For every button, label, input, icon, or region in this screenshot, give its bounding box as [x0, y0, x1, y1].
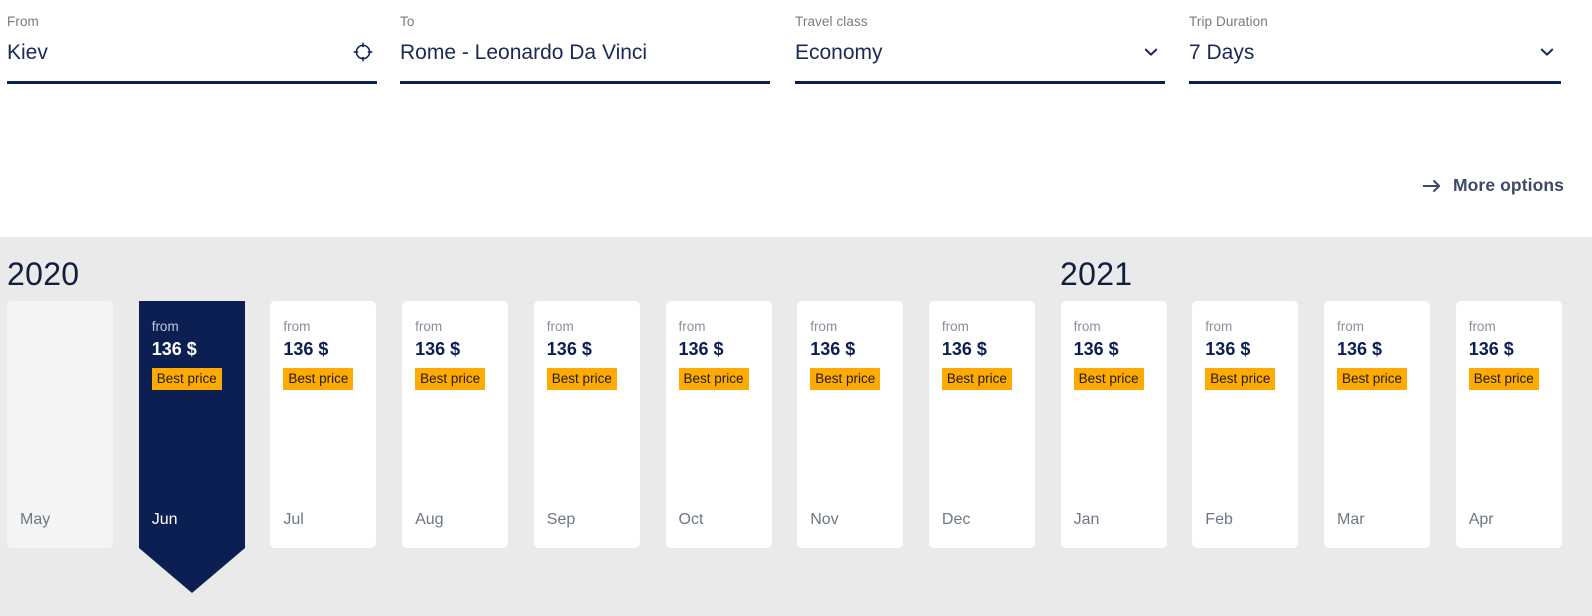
month-card-oct[interactable]: from 136 $ Best price Oct	[666, 301, 772, 548]
month-name-label: Aug	[415, 510, 443, 530]
from-input[interactable]: Kiev	[7, 38, 377, 68]
best-price-badge: Best price	[415, 368, 485, 390]
arrow-right-icon	[1422, 178, 1442, 194]
field-travel-class: Travel class Economy	[795, 14, 1165, 86]
price-value: 136 $	[942, 337, 1035, 361]
month-card-mar[interactable]: from 136 $ Best price Mar	[1324, 301, 1430, 548]
month-card-dec[interactable]: from 136 $ Best price Dec	[929, 301, 1035, 548]
more-options-label: More options	[1453, 175, 1564, 196]
price-value: 136 $	[1074, 337, 1167, 361]
price-value: 136 $	[1469, 337, 1562, 361]
best-price-badge: Best price	[810, 368, 880, 390]
month-name-label: May	[20, 510, 50, 530]
year-label-2021: 2021	[1060, 255, 1132, 293]
best-price-badge: Best price	[152, 368, 222, 390]
field-from-label: From	[7, 14, 377, 30]
best-price-badge: Best price	[1074, 368, 1144, 390]
from-label: from	[547, 318, 640, 335]
year-label-2020: 2020	[7, 255, 79, 293]
from-label: from	[679, 318, 772, 335]
from-label: from	[152, 318, 245, 335]
best-price-badge: Best price	[1469, 368, 1539, 390]
trip-duration-select[interactable]: 7 Days	[1189, 38, 1561, 68]
month-name-label: Jun	[152, 510, 178, 530]
month-name-label: Dec	[942, 510, 970, 530]
month-card-nov[interactable]: from 136 $ Best price Nov	[797, 301, 903, 548]
month-card-jul[interactable]: from 136 $ Best price Jul	[270, 301, 376, 548]
month-card-feb[interactable]: from 136 $ Best price Feb	[1192, 301, 1298, 548]
field-from: From Kiev	[7, 14, 377, 86]
field-to-row[interactable]: Rome - Leonardo Da Vinci	[400, 38, 770, 84]
price-value: 136 $	[1205, 337, 1298, 361]
flight-search-form: From Kiev To Rome - Leonardo Da Vinci	[0, 0, 1592, 100]
to-input[interactable]: Rome - Leonardo Da Vinci	[400, 38, 770, 68]
month-card-track: May from 136 $ Best price Jun from 136 $ Best p…	[0, 301, 1592, 616]
price-calendar-page: From Kiev To Rome - Leonardo Da Vinci	[0, 0, 1592, 616]
price-value: 136 $	[547, 337, 640, 361]
month-card-may: May	[7, 301, 113, 548]
best-price-badge: Best price	[942, 368, 1012, 390]
chevron-down-icon[interactable]	[1139, 40, 1163, 64]
price-value: 136 $	[283, 337, 376, 361]
more-options-button[interactable]: More options	[1422, 175, 1564, 196]
crosshair-icon[interactable]	[351, 40, 375, 64]
from-label: from	[283, 318, 376, 335]
price-value: 136 $	[415, 337, 508, 361]
month-card-apr[interactable]: from 136 $ Best price Apr	[1456, 301, 1562, 548]
field-travel-class-row[interactable]: Economy	[795, 38, 1165, 84]
month-name-label: Feb	[1205, 510, 1233, 530]
month-card-sep[interactable]: from 136 $ Best price Sep	[534, 301, 640, 548]
month-name-label: Jul	[283, 510, 303, 530]
field-from-row[interactable]: Kiev	[7, 38, 377, 84]
month-name-label: Apr	[1469, 510, 1494, 530]
price-value: 136 $	[810, 337, 903, 361]
best-price-badge: Best price	[283, 368, 353, 390]
price-calendar-strip: 2020 2021 May from 136 $ Best price Jun from 1…	[0, 237, 1592, 616]
month-name-label: Jan	[1074, 510, 1100, 530]
from-label: from	[1205, 318, 1298, 335]
field-to-label: To	[400, 14, 770, 30]
price-value: 136 $	[1337, 337, 1430, 361]
from-label: from	[415, 318, 508, 335]
from-label: from	[810, 318, 903, 335]
best-price-badge: Best price	[679, 368, 749, 390]
chevron-down-icon[interactable]	[1535, 40, 1559, 64]
price-value: 136 $	[679, 337, 772, 361]
from-label: from	[1074, 318, 1167, 335]
price-value: 136 $	[152, 337, 245, 361]
field-trip-duration-row[interactable]: 7 Days	[1189, 38, 1561, 84]
travel-class-select[interactable]: Economy	[795, 38, 1165, 68]
field-travel-class-label: Travel class	[795, 14, 1165, 30]
from-label: from	[1469, 318, 1562, 335]
best-price-badge: Best price	[1337, 368, 1407, 390]
month-name-label: Nov	[810, 510, 838, 530]
month-name-label: Mar	[1337, 510, 1365, 530]
month-name-label: Oct	[679, 510, 704, 530]
from-label: from	[1337, 318, 1430, 335]
best-price-badge: Best price	[547, 368, 617, 390]
field-trip-duration: Trip Duration 7 Days	[1189, 14, 1561, 86]
month-card-jun[interactable]: from 136 $ Best price Jun	[139, 301, 245, 548]
best-price-badge: Best price	[1205, 368, 1275, 390]
field-trip-duration-label: Trip Duration	[1189, 14, 1561, 30]
field-to: To Rome - Leonardo Da Vinci	[400, 14, 770, 86]
month-card-aug[interactable]: from 136 $ Best price Aug	[402, 301, 508, 548]
month-card-jan[interactable]: from 136 $ Best price Jan	[1061, 301, 1167, 548]
from-label: from	[942, 318, 1035, 335]
month-name-label: Sep	[547, 510, 575, 530]
